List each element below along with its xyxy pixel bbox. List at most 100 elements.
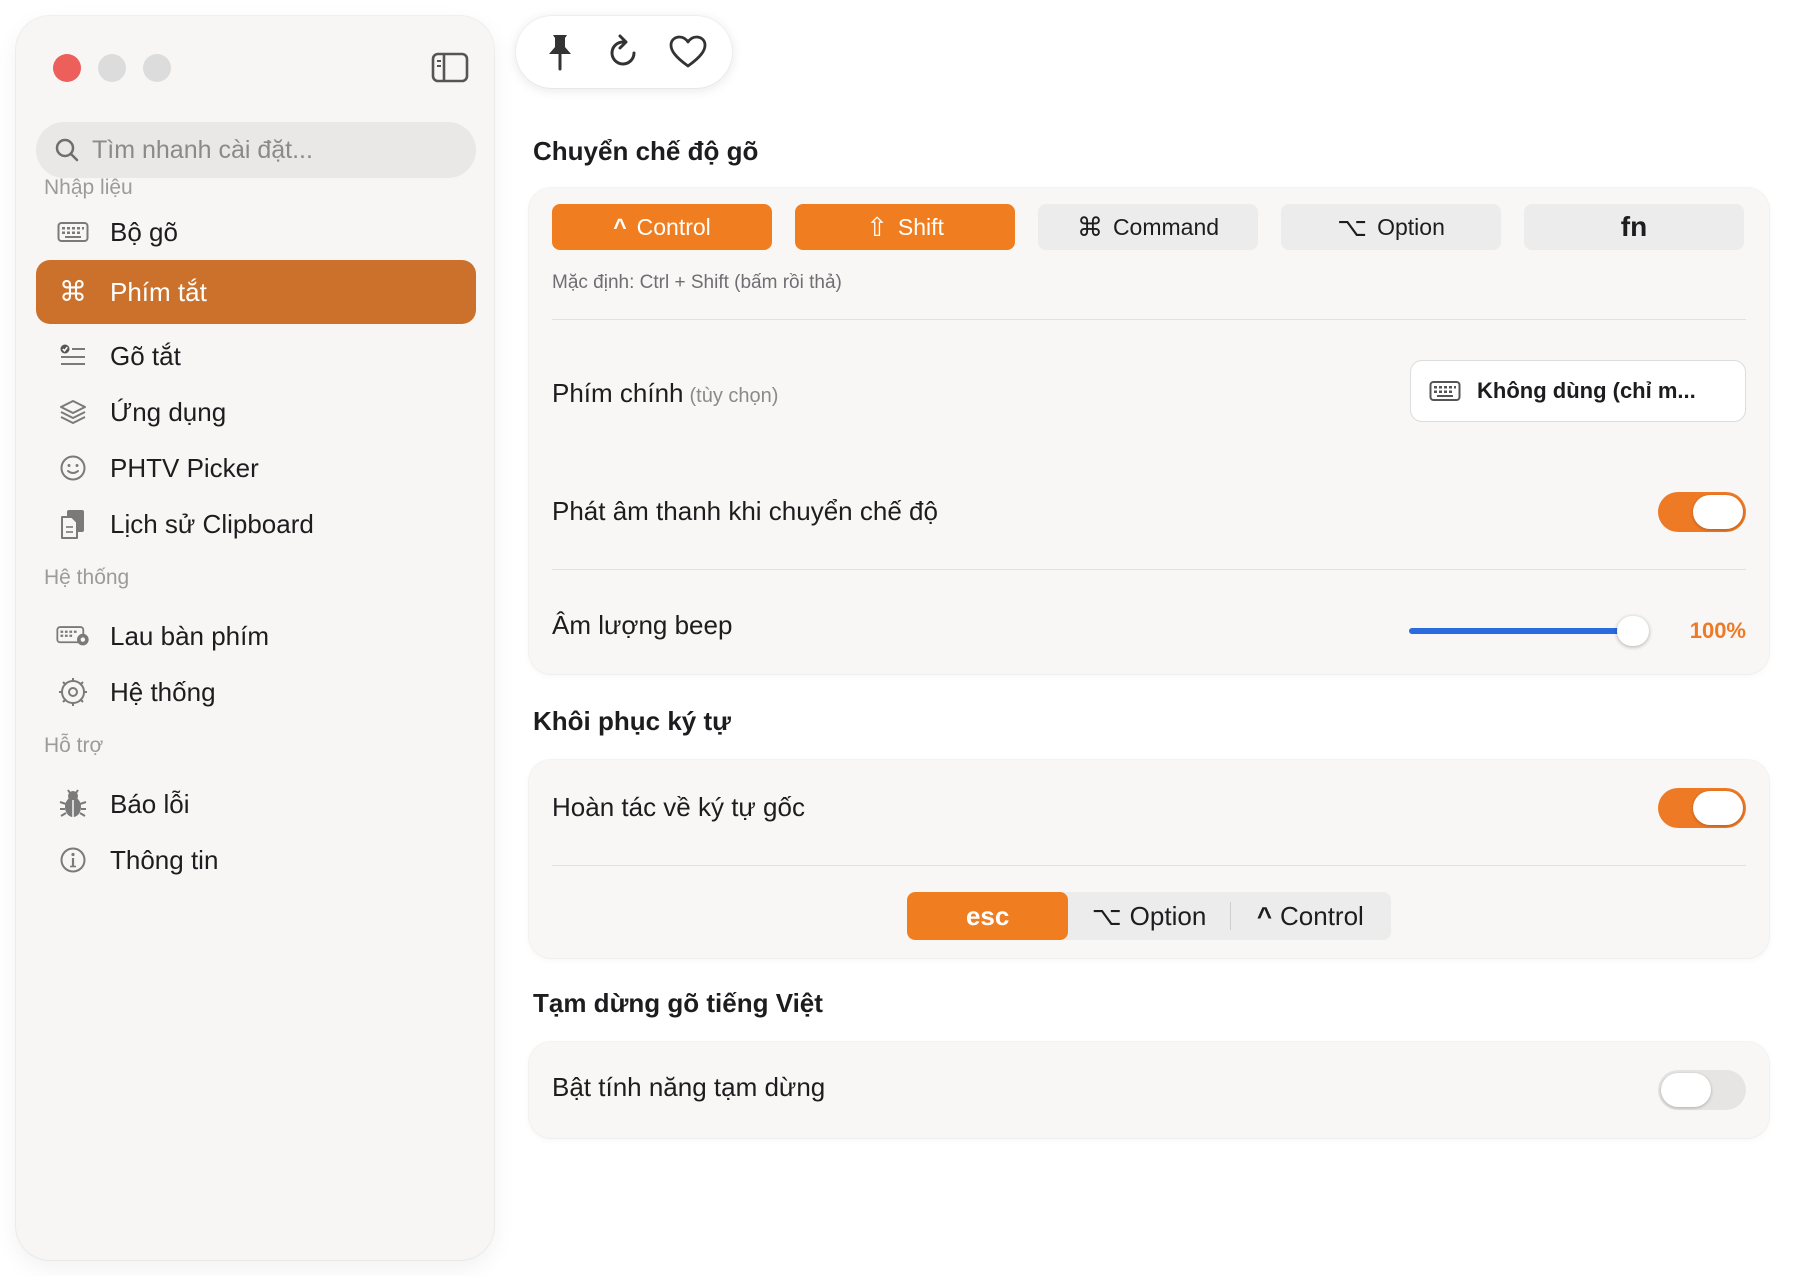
switch-mode-title: Chuyển chế độ gõ (533, 136, 759, 166)
sidebar-item-label: Lau bàn phím (110, 620, 270, 651)
shift-glyph-icon: ⇧ (866, 211, 888, 242)
sidebar-item-clipboard-history[interactable]: Lịch sử Clipboard (36, 492, 476, 556)
main-key-select[interactable]: Không dùng (chỉ m... (1410, 360, 1746, 422)
main-key-sub: (tùy chọn) (689, 385, 779, 407)
segment-label: Control (1280, 900, 1364, 931)
info-icon (56, 843, 90, 877)
keyboard-clean-icon (56, 619, 90, 653)
sidebar: Tìm nhanh cài đặt... Nhập liệu Bộ gõ ⌘ P… (16, 16, 494, 1260)
restore-card: Hoàn tác về ký tự gốc esc ⌥ Option ^ Con… (529, 760, 1769, 958)
segment-label: esc (965, 900, 1010, 931)
volume-value: 100% (1689, 618, 1746, 643)
sidebar-item-label: Phím tắt (110, 276, 207, 307)
control-key-button[interactable]: ^ Control (552, 204, 772, 250)
command-icon: ⌘ (59, 276, 87, 307)
switch-mode-card: ^ Control ⇧ Shift ⌘ Command ⌥ Option fn … (529, 188, 1769, 674)
restore-title: Khôi phục ký tự (533, 706, 731, 736)
option-glyph-icon: ⌥ (1337, 211, 1368, 242)
sidebar-item-phim-tat[interactable]: ⌘ Phím tắt (36, 260, 476, 324)
sidebar-item-label: Thông tin (110, 844, 219, 875)
clipboard-icon (56, 507, 90, 541)
layers-icon (56, 395, 90, 429)
section-input: Nhập liệu (44, 176, 133, 199)
key-label: Control (636, 213, 711, 240)
segment-option[interactable]: ⌥ Option (1068, 892, 1229, 940)
sidebar-item-bao-loi[interactable]: Báo lỗi (36, 772, 476, 836)
search-input[interactable]: Tìm nhanh cài đặt... (36, 122, 476, 178)
divider (552, 569, 1746, 570)
minimize-button[interactable] (98, 54, 126, 82)
sidebar-item-label: Ứng dụng (110, 396, 227, 427)
section-support: Hỗ trợ (44, 734, 104, 757)
control-glyph-icon: ^ (613, 213, 627, 240)
bug-icon (56, 787, 90, 821)
segment-control[interactable]: ^ Control (1229, 892, 1391, 940)
restore-key-segmented: esc ⌥ Option ^ Control (907, 892, 1391, 940)
gear-icon (56, 675, 90, 709)
close-button[interactable] (53, 54, 81, 82)
sound-label: Phát âm thanh khi chuyển chế độ (552, 496, 938, 526)
segment-esc[interactable]: esc (907, 892, 1069, 940)
settings-window: Tìm nhanh cài đặt... Nhập liệu Bộ gõ ⌘ P… (0, 0, 1800, 1276)
control-glyph-icon: ^ (1256, 900, 1272, 931)
slider-knob[interactable] (1617, 616, 1649, 646)
undo-label: Hoàn tác về ký tự gốc (552, 792, 805, 822)
pause-title: Tạm dừng gõ tiếng Việt (533, 988, 823, 1018)
sidebar-item-ung-dung[interactable]: Ứng dụng (36, 380, 476, 444)
sidebar-item-label: Bộ gõ (110, 216, 178, 247)
undo-toggle[interactable] (1658, 788, 1746, 828)
slider-fill (1409, 628, 1633, 634)
volume-slider[interactable] (1409, 616, 1649, 646)
sidebar-item-lau-ban-phim[interactable]: Lau bàn phím (36, 604, 476, 668)
toggle-knob (1693, 791, 1743, 825)
option-key-button[interactable]: ⌥ Option (1281, 204, 1501, 250)
main-key-label: Phím chính (552, 378, 684, 408)
sidebar-toggle-icon[interactable] (430, 50, 472, 86)
sound-toggle[interactable] (1658, 492, 1746, 532)
zoom-button[interactable] (143, 54, 171, 82)
sidebar-item-he-thong[interactable]: Hệ thống (36, 660, 476, 724)
search-icon (55, 138, 79, 162)
sidebar-item-go-tat[interactable]: Gõ tắt (36, 324, 476, 388)
search-placeholder: Tìm nhanh cài đặt... (92, 135, 313, 164)
volume-label: Âm lượng beep (552, 610, 733, 640)
toggle-knob (1661, 1073, 1711, 1107)
pause-enable-label: Bật tính năng tạm dừng (552, 1072, 826, 1102)
pause-toggle[interactable] (1658, 1070, 1746, 1110)
pin-icon[interactable] (540, 32, 580, 72)
key-label: Shift (897, 213, 944, 240)
sidebar-item-label: Hệ thống (110, 676, 216, 707)
refresh-icon[interactable] (604, 32, 644, 72)
sidebar-item-thong-tin[interactable]: Thông tin (36, 828, 476, 892)
sidebar-item-phtv-picker[interactable]: PHTV Picker (36, 436, 476, 500)
checklist-icon (56, 339, 90, 373)
toggle-knob (1693, 495, 1743, 529)
sidebar-item-bo-go[interactable]: Bộ gõ (36, 200, 476, 264)
command-key-button[interactable]: ⌘ Command (1038, 204, 1258, 250)
main-key-value: Không dùng (chỉ m... (1477, 378, 1696, 403)
sidebar-item-label: PHTV Picker (110, 452, 259, 483)
modifier-key-row: ^ Control ⇧ Shift ⌘ Command ⌥ Option fn (552, 204, 1744, 250)
section-system: Hệ thống (44, 566, 130, 589)
segment-label: Option (1129, 900, 1207, 931)
fn-key-button[interactable]: fn (1524, 204, 1744, 250)
key-label: Command (1112, 213, 1220, 240)
command-glyph-icon: ⌘ (1076, 211, 1103, 242)
shift-key-button[interactable]: ⇧ Shift (795, 204, 1015, 250)
sidebar-item-label: Báo lỗi (110, 788, 190, 819)
smiley-icon (56, 451, 90, 485)
window-controls (53, 54, 171, 82)
heart-icon[interactable] (668, 32, 708, 72)
key-label: Option (1377, 213, 1445, 240)
keyboard-icon (1429, 381, 1461, 401)
key-label: fn (1620, 211, 1648, 242)
sidebar-item-label: Gõ tắt (110, 340, 181, 371)
divider (552, 865, 1746, 866)
keyboard-icon (56, 215, 90, 249)
default-hint: Mặc định: Ctrl + Shift (bấm rồi thả) (552, 272, 842, 293)
pause-card: Bật tính năng tạm dừng (529, 1042, 1769, 1138)
main-key-row-label: Phím chính (tùy chọn) (552, 378, 778, 409)
sidebar-item-label: Lịch sử Clipboard (110, 508, 314, 539)
option-glyph-icon: ⌥ (1091, 900, 1122, 931)
divider (552, 319, 1746, 320)
